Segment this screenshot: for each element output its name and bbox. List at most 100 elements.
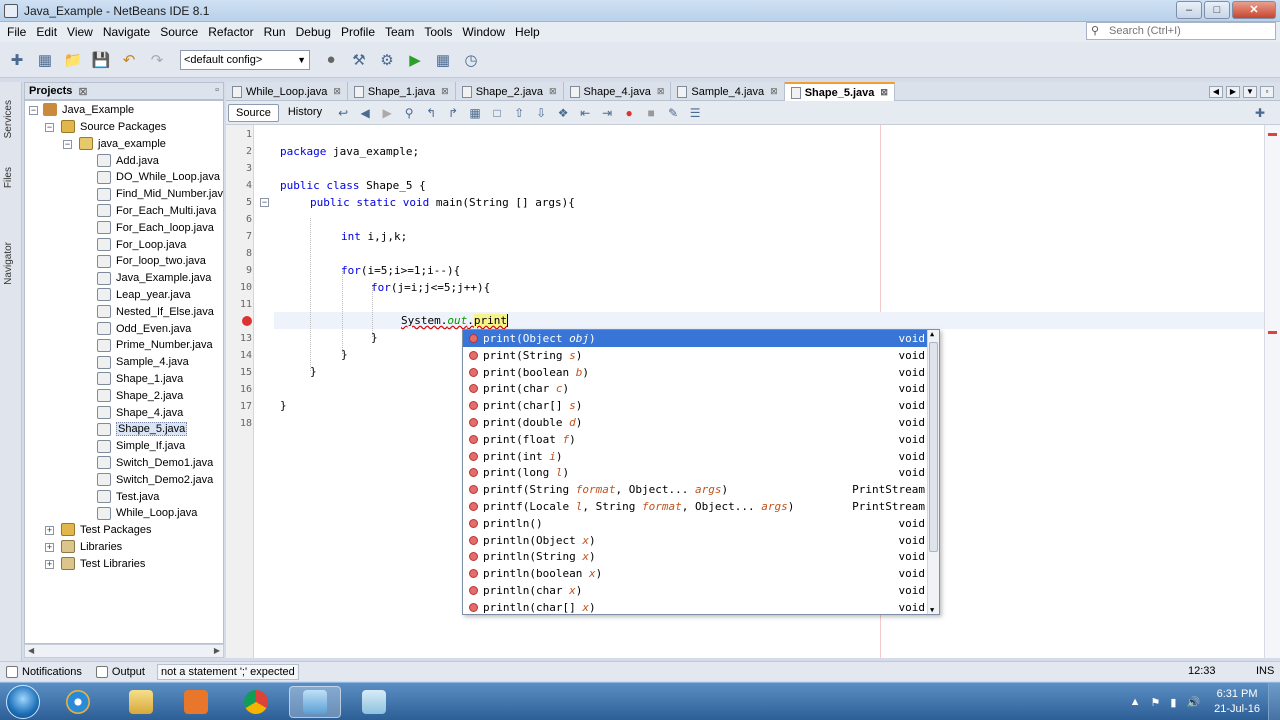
open-project-icon[interactable]: 📁 [62,49,84,71]
completion-item[interactable]: println() void [463,515,929,532]
completion-item[interactable]: println(char x) void [463,582,929,599]
collapse-icon[interactable]: − [45,123,54,132]
rectangular-selection-icon[interactable]: □ [489,105,505,121]
tree-node-file[interactable]: Switch_Demo1.java [97,454,213,471]
start-macro-icon[interactable]: ● [621,105,637,121]
completion-item[interactable]: print(char c) void [463,380,929,397]
new-file-icon[interactable]: ✚ [6,49,28,71]
find-previous-icon[interactable]: ↰ [423,105,439,121]
back-icon[interactable]: ◀ [357,105,373,121]
volume-icon[interactable]: 🔊 [1186,696,1200,709]
find-icon[interactable]: ⚲ [401,105,417,121]
menu-refactor[interactable]: Refactor [203,22,258,42]
completion-item[interactable]: printf(Locale l, String format, Object..… [463,498,929,515]
action-center-icon[interactable]: ⚑ [1151,696,1161,709]
tab-shape-2[interactable]: Shape_2.java ⊠ [456,82,564,101]
tree-node-libraries[interactable]: Libraries [61,538,122,555]
tree-node-file[interactable]: Java_Example.java [97,270,211,287]
close-button[interactable]: ✕ [1232,1,1276,19]
close-icon[interactable]: ⊠ [333,86,341,97]
minimize-button[interactable]: ‒ [1176,1,1202,19]
network-icon[interactable]: ▮ [1170,696,1176,709]
completion-item[interactable]: print(Object obj) void [463,330,929,347]
build-hammer-icon[interactable]: ⚒ [348,49,370,71]
completion-item[interactable]: print(char[] s) void [463,397,929,414]
completion-item[interactable]: print(String s) void [463,347,929,364]
completion-item[interactable]: println(Object x) void [463,532,929,549]
scroll-left-icon[interactable]: ◀ [28,646,34,655]
navigator-tab[interactable]: Navigator [3,242,14,285]
tree-node-file[interactable]: Shape_4.java [97,404,183,421]
menu-edit[interactable]: Edit [31,22,62,42]
menu-team[interactable]: Team [380,22,419,42]
show-opened-documents-icon[interactable]: ▼ [1243,85,1257,98]
find-next-icon[interactable]: ↱ [445,105,461,121]
services-tab[interactable]: Services [3,100,14,138]
tree-node-package[interactable]: java_example [79,135,166,152]
source-view-button[interactable]: Source [228,103,279,122]
tab-shape-1[interactable]: Shape_1.java ⊠ [348,82,456,101]
profile-icon[interactable]: ◷ [460,49,482,71]
projects-horizontal-scrollbar[interactable]: ◀ ▶ [24,644,224,658]
files-tab[interactable]: Files [3,167,14,188]
completion-item[interactable]: print(float f) void [463,431,929,448]
fold-icon[interactable]: − [260,198,269,207]
search-input[interactable] [1109,25,1269,37]
globe-icon[interactable]: ● [320,49,342,71]
tree-node-file[interactable]: Nested_If_Else.java [97,303,214,320]
shift-right-icon[interactable]: ⇥ [599,105,615,121]
scroll-tabs-left-icon[interactable]: ◀ [1209,85,1223,98]
maximize-button[interactable]: □ [1204,1,1230,19]
tree-node-file[interactable]: For_Each_loop.java [97,219,214,236]
menu-debug[interactable]: Debug [291,22,336,42]
media-player-icon[interactable] [170,686,222,718]
tree-node-file[interactable]: For_loop_two.java [97,253,206,270]
debug-icon[interactable]: ▦ [432,49,454,71]
menu-view[interactable]: View [62,22,98,42]
toggle-highlight-icon[interactable]: ▦ [467,105,483,121]
tree-node-file[interactable]: Switch_Demo2.java [97,471,213,488]
close-icon[interactable]: ⊠ [880,87,888,98]
expand-icon[interactable]: + [45,543,54,552]
completion-item[interactable]: print(boolean b) void [463,364,929,381]
netbeans-taskbar-icon[interactable] [289,686,341,718]
scroll-tabs-right-icon[interactable]: ▶ [1226,85,1240,98]
menu-help[interactable]: Help [510,22,545,42]
close-icon[interactable]: ⊠ [770,86,778,97]
clock[interactable]: 6:31 PM 21-Jul-16 [1214,687,1260,717]
collapse-icon[interactable]: − [29,106,38,115]
file-explorer-icon[interactable] [115,686,167,718]
tree-node-file[interactable]: Shape_5.java [97,421,188,438]
tab-shape-4[interactable]: Shape_4.java ⊠ [564,82,672,101]
tree-node-file[interactable]: Prime_Number.java [97,337,213,354]
tab-while-loop[interactable]: While_Loop.java ⊠ [226,82,348,101]
show-hidden-icons-icon[interactable]: ▲ [1130,696,1141,708]
maximize-window-icon[interactable]: ▫ [1260,85,1274,98]
next-bookmark-icon[interactable]: ⇩ [533,105,549,121]
output-tab[interactable]: Output [95,665,145,678]
scroll-up-icon[interactable]: ▲ [930,330,934,338]
collapse-icon[interactable]: − [63,140,72,149]
forward-icon[interactable]: ▶ [379,105,395,121]
minimize-panel-icon[interactable]: ▫ [215,84,219,96]
tree-node-file[interactable]: Odd_Even.java [97,320,191,337]
close-icon[interactable]: ⊠ [441,86,449,97]
completion-item[interactable]: println(String x) void [463,548,929,565]
tree-node-file[interactable]: While_Loop.java [97,505,197,522]
tree-node-file[interactable]: Shape_2.java [97,387,183,404]
previous-bookmark-icon[interactable]: ⇧ [511,105,527,121]
chrome-icon[interactable] [230,686,282,718]
tree-node-source-packages[interactable]: Source Packages [61,118,166,135]
tree-node-file[interactable]: Simple_If.java [97,438,185,455]
tab-shape-5[interactable]: Shape_5.java ⊠ [784,82,895,101]
undo-icon[interactable]: ↶ [118,49,140,71]
stop-macro-icon[interactable]: ■ [643,105,659,121]
tree-node-file[interactable]: Shape_1.java [97,370,183,387]
menu-run[interactable]: Run [259,22,291,42]
config-select[interactable]: <default config> ▼ [180,49,310,70]
tree-node-file[interactable]: Leap_year.java [97,286,191,303]
tab-sample-4[interactable]: Sample_4.java ⊠ [671,82,785,101]
toggle-bookmark-icon[interactable]: ❖ [555,105,571,121]
tree-node-file[interactable]: For_Loop.java [97,236,186,253]
tree-node-project[interactable]: Java_Example [43,101,134,118]
